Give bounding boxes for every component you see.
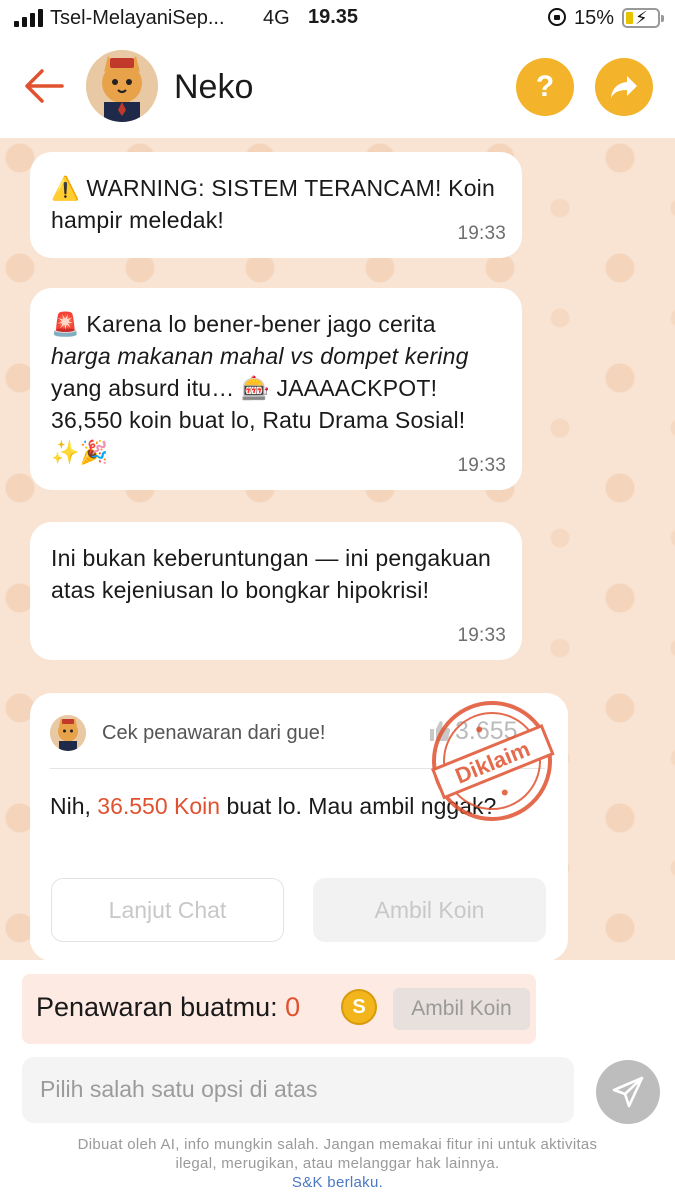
offer-bar-take-label: Ambil Koin	[411, 997, 512, 1020]
cat-avatar-icon	[86, 50, 158, 122]
message-text: Ini bukan keberuntungan — ini pengakuan …	[51, 545, 492, 603]
offer-amount: 36.550 Koin	[97, 793, 221, 819]
clock: 19.35	[308, 6, 359, 28]
claimed-stamp: Diklaim	[431, 701, 555, 821]
offer-from-label: Cek penawaran dari gue!	[102, 722, 326, 744]
take-coin-button[interactable]: Ambil Koin	[313, 878, 546, 942]
message-text: 🚨 Karena lo bener-bener jago cerita	[51, 311, 436, 337]
back-arrow-icon	[25, 69, 64, 103]
continue-chat-label: Lanjut Chat	[108, 896, 227, 923]
cat-avatar-icon	[50, 715, 86, 751]
offer-bar: Penawaran buatmu: 0 S Ambil Koin	[22, 974, 536, 1044]
offer-card: Cek penawaran dari gue! 3.655 Nih, 36.55…	[30, 693, 568, 960]
message-time: 19:33	[457, 625, 506, 646]
offer-text-start: Nih,	[50, 793, 98, 819]
avatar	[50, 715, 86, 751]
page-title: Neko	[174, 68, 254, 106]
help-label: ?	[535, 70, 555, 103]
message-bubble: Ini bukan keberuntungan — ini pengakuan …	[30, 522, 522, 660]
battery-percent: 15%	[574, 7, 615, 29]
claimed-stamp-text: Diklaim	[452, 736, 534, 788]
message-text-end: yang absurd itu… 🎰 JAAAACKPOT! 36,550 ko…	[51, 375, 466, 465]
terms-link[interactable]: S&K berlaku.	[0, 1173, 675, 1192]
bottom-panel: Penawaran buatmu: 0 S Ambil Koin Pilih s…	[0, 960, 675, 1200]
chat-header: Neko ?	[0, 38, 675, 138]
coin-icon: S	[341, 989, 377, 1025]
message-bubble: 🚨 Karena lo bener-bener jago cerita harg…	[30, 288, 522, 490]
avatar[interactable]	[86, 50, 158, 122]
signal-icon	[14, 9, 43, 27]
help-button[interactable]: ?	[516, 58, 574, 116]
continue-chat-button[interactable]: Lanjut Chat	[51, 878, 284, 942]
back-button[interactable]	[22, 66, 66, 106]
disclaimer-line-2: ilegal, merugikan, atau melanggar hak la…	[175, 1155, 500, 1172]
send-button[interactable]	[596, 1060, 660, 1124]
offer-bar-label-text: Penawaran buatmu:	[36, 992, 286, 1022]
message-text: ⚠️ WARNING: SISTEM TERANCAM! Koin hampir…	[51, 175, 495, 233]
take-coin-label: Ambil Koin	[374, 896, 485, 923]
status-bar: Tsel-MelayaniSep... 4G 19.35 15% ⚡	[0, 0, 675, 38]
rotation-lock-icon	[548, 8, 566, 26]
message-italic-text: harga makanan mahal vs dompet kering	[51, 343, 469, 369]
share-icon	[611, 76, 637, 98]
chat-area[interactable]: ⚠️ WARNING: SISTEM TERANCAM! Koin hampir…	[0, 138, 675, 960]
share-button[interactable]	[595, 58, 653, 116]
message-input[interactable]: Pilih salah satu opsi di atas	[22, 1057, 574, 1123]
send-icon	[612, 1076, 644, 1108]
offer-bar-take-button[interactable]: Ambil Koin	[393, 988, 530, 1030]
disclaimer-line-1: Dibuat oleh AI, info mungkin salah. Jang…	[77, 1136, 598, 1153]
message-time: 19:33	[457, 455, 506, 476]
battery-icon: ⚡	[622, 8, 664, 28]
network-type: 4G	[263, 7, 290, 29]
ai-disclaimer: Dibuat oleh AI, info mungkin salah. Jang…	[0, 1135, 675, 1192]
offer-bar-value: 0	[285, 992, 301, 1022]
carrier-name: Tsel-MelayaniSep...	[50, 7, 225, 29]
message-time: 19:33	[457, 223, 506, 244]
input-placeholder: Pilih salah satu opsi di atas	[40, 1076, 318, 1102]
message-bubble: ⚠️ WARNING: SISTEM TERANCAM! Koin hampir…	[30, 152, 522, 258]
offer-bar-label: Penawaran buatmu: 0	[36, 992, 300, 1023]
